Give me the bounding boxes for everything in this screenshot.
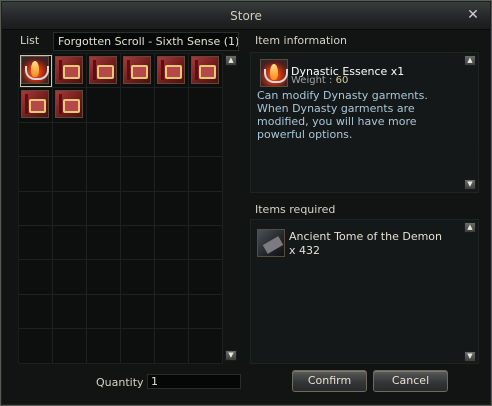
list-scroll-up-icon[interactable]: ▲: [225, 55, 237, 66]
grid-slot[interactable]: [53, 122, 87, 158]
grid-slot[interactable]: [19, 157, 53, 192]
grid-slot[interactable]: [189, 294, 223, 330]
grid-slot[interactable]: [121, 329, 155, 364]
book-icon: [55, 90, 83, 119]
grid-slot[interactable]: [19, 294, 53, 330]
grid-slot[interactable]: [19, 225, 53, 261]
grid-slot[interactable]: [53, 260, 87, 295]
required-scroll-down-icon[interactable]: ▼: [464, 351, 476, 362]
grid-slot-item[interactable]: [53, 54, 87, 89]
dynastic-essence-icon: [260, 59, 288, 87]
grid-slot[interactable]: [53, 157, 87, 192]
book-icon: [157, 56, 185, 84]
category-selector[interactable]: Forgotten Scroll - Sixth Sense (1): [53, 32, 239, 51]
dynastic-essence-icon: [21, 56, 49, 84]
list-label: List: [20, 34, 40, 47]
grid-slot[interactable]: [87, 191, 121, 226]
grid-slot[interactable]: [189, 157, 223, 192]
grid-slot[interactable]: [53, 191, 87, 226]
grid-slot[interactable]: [155, 225, 189, 261]
grid-slot[interactable]: [121, 260, 155, 295]
book-icon: [123, 56, 151, 84]
grid-slot[interactable]: [87, 122, 121, 158]
grid-slot-item[interactable]: [53, 88, 87, 123]
grid-slot[interactable]: [189, 329, 223, 364]
grid-slot[interactable]: [19, 329, 53, 364]
required-scroll-up-icon[interactable]: ▲: [464, 222, 476, 233]
grid-slot[interactable]: [155, 122, 189, 158]
grid-slot[interactable]: [19, 122, 53, 158]
grid-slot[interactable]: [189, 122, 223, 158]
grid-slot[interactable]: [121, 225, 155, 261]
grid-slot[interactable]: [121, 122, 155, 158]
tome-icon: [257, 229, 285, 257]
item-weight: Weight : 60: [291, 75, 348, 86]
grid-slot[interactable]: [189, 88, 223, 123]
items-required-panel: Ancient Tome of the Demon x 432: [250, 219, 479, 364]
grid-slot[interactable]: [189, 191, 223, 226]
grid-slot[interactable]: [189, 225, 223, 261]
grid-slot[interactable]: [87, 294, 121, 330]
grid-slot[interactable]: [53, 225, 87, 261]
grid-slot-item[interactable]: [121, 54, 155, 89]
item-description: Can modify Dynasty garments. When Dynast…: [257, 89, 428, 141]
grid-slot[interactable]: [121, 88, 155, 123]
confirm-button[interactable]: Confirm: [292, 370, 367, 392]
title-bar[interactable]: Store ✕: [2, 2, 490, 30]
weight-value: 60: [335, 75, 349, 86]
grid-slot[interactable]: [189, 260, 223, 295]
book-icon: [89, 56, 117, 84]
required-item-quantity: x 432: [289, 244, 321, 257]
weight-label: Weight :: [291, 75, 336, 86]
grid-slot[interactable]: [155, 294, 189, 330]
grid-slot[interactable]: [121, 294, 155, 330]
grid-slot[interactable]: [19, 260, 53, 295]
grid-slot[interactable]: [53, 294, 87, 330]
grid-slot[interactable]: [155, 157, 189, 192]
quantity-input[interactable]: [147, 374, 241, 389]
book-icon: [191, 56, 219, 84]
window-title: Store: [230, 9, 262, 23]
grid-slot-item[interactable]: [155, 54, 189, 89]
info-scroll-up-icon[interactable]: ▲: [464, 55, 476, 66]
required-item-name: Ancient Tome of the Demon: [289, 230, 443, 243]
book-icon: [55, 56, 83, 84]
grid-slot-item[interactable]: [189, 54, 223, 89]
quantity-label: Quantity: [96, 376, 144, 389]
item-information-panel: Dynastic Essence x1 Weight : 60 Can modi…: [250, 52, 479, 193]
grid-slot[interactable]: [53, 329, 87, 364]
list-scroll-down-icon[interactable]: ▼: [225, 350, 237, 361]
grid-slot[interactable]: [19, 191, 53, 226]
close-icon[interactable]: ✕: [466, 8, 480, 22]
store-window: Store ✕ List Forgotten Scroll - Sixth Se…: [0, 0, 492, 406]
grid-slot[interactable]: [155, 260, 189, 295]
grid-slot[interactable]: [121, 157, 155, 192]
grid-slot[interactable]: [121, 191, 155, 226]
grid-slot[interactable]: [87, 88, 121, 123]
item-information-label: Item information: [255, 34, 348, 47]
info-scroll-down-icon[interactable]: ▼: [464, 179, 476, 190]
grid-slot[interactable]: [87, 225, 121, 261]
grid-slot[interactable]: [87, 260, 121, 295]
item-grid: [18, 53, 223, 364]
book-icon: [21, 90, 49, 119]
grid-slot[interactable]: [155, 88, 189, 123]
grid-slot[interactable]: [87, 157, 121, 192]
grid-slot-item[interactable]: [19, 54, 53, 89]
grid-slot-item[interactable]: [87, 54, 121, 89]
cancel-button[interactable]: Cancel: [373, 370, 448, 392]
grid-slot[interactable]: [155, 191, 189, 226]
grid-slot[interactable]: [155, 329, 189, 364]
grid-slot-item[interactable]: [19, 88, 53, 123]
grid-slot[interactable]: [87, 329, 121, 364]
items-required-label: Items required: [255, 203, 336, 216]
